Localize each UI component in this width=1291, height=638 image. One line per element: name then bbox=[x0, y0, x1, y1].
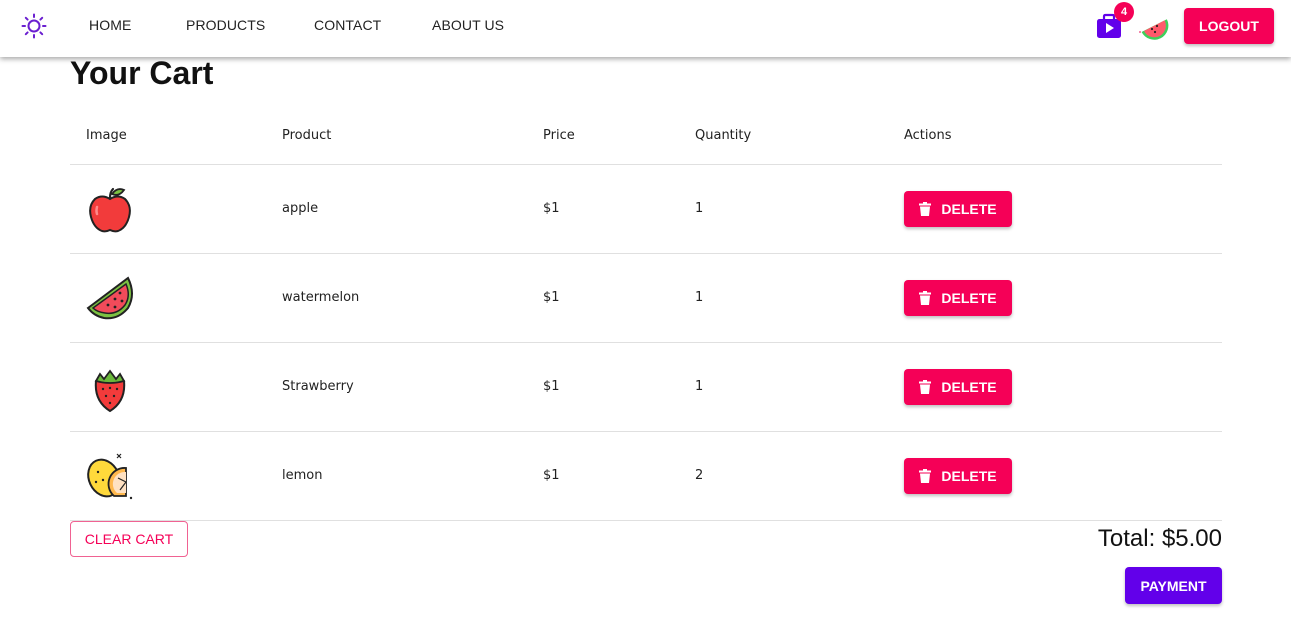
header-product: Product bbox=[282, 128, 332, 143]
product-price: $1 bbox=[543, 379, 560, 394]
delete-button[interactable]: DELETE bbox=[904, 369, 1012, 405]
watermelon-icon bbox=[86, 276, 133, 320]
navbar: HOME PRODUCTS CONTACT ABOUT US 4 LOGOUT bbox=[0, 0, 1291, 57]
table-row: Strawberry $1 1 DELETE bbox=[70, 343, 1222, 432]
apple-icon bbox=[89, 187, 131, 233]
product-price: $1 bbox=[543, 201, 560, 216]
product-price: $1 bbox=[543, 290, 560, 305]
delete-button[interactable]: DELETE bbox=[904, 191, 1012, 227]
clear-cart-button[interactable]: CLEAR CART bbox=[70, 521, 188, 557]
nav-contact-link[interactable]: CONTACT bbox=[314, 17, 381, 33]
delete-button-label: DELETE bbox=[941, 290, 997, 306]
sun-icon[interactable] bbox=[21, 13, 47, 39]
delete-button-label: DELETE bbox=[941, 468, 997, 484]
cart-total: Total: $5.00 bbox=[1097, 525, 1222, 552]
product-quantity: 2 bbox=[695, 468, 704, 483]
product-quantity: 1 bbox=[695, 201, 704, 216]
product-price: $1 bbox=[543, 468, 560, 483]
nav-home-link[interactable]: HOME bbox=[89, 17, 131, 33]
product-name: watermelon bbox=[282, 290, 360, 305]
header-price: Price bbox=[543, 128, 575, 143]
header-image: Image bbox=[86, 128, 127, 143]
trash-icon bbox=[919, 202, 932, 216]
lemon-icon bbox=[87, 453, 133, 500]
delete-button[interactable]: DELETE bbox=[904, 280, 1012, 316]
header-actions: Actions bbox=[904, 128, 952, 143]
table-row: lemon $1 2 DELETE bbox=[70, 432, 1222, 521]
delete-button-label: DELETE bbox=[941, 201, 997, 217]
delete-button-label: DELETE bbox=[941, 379, 997, 395]
nav-about-us-link[interactable]: ABOUT US bbox=[432, 17, 504, 33]
product-quantity: 1 bbox=[695, 290, 704, 305]
watermelon-icon[interactable] bbox=[1135, 8, 1173, 46]
table-row: watermelon $1 1 DELETE bbox=[70, 254, 1222, 343]
table-header-row: Image Product Price Quantity Actions bbox=[70, 111, 1222, 165]
product-quantity: 1 bbox=[695, 379, 704, 394]
strawberry-icon bbox=[94, 369, 126, 413]
nav-products-link[interactable]: PRODUCTS bbox=[186, 17, 265, 33]
header-quantity: Quantity bbox=[695, 128, 752, 143]
cart-count-badge: 4 bbox=[1114, 2, 1134, 22]
delete-button[interactable]: DELETE bbox=[904, 458, 1012, 494]
payment-button[interactable]: PAYMENT bbox=[1125, 567, 1222, 604]
trash-icon bbox=[919, 380, 932, 394]
logout-button[interactable]: LOGOUT bbox=[1184, 8, 1274, 44]
trash-icon bbox=[919, 291, 932, 305]
product-name: Strawberry bbox=[282, 379, 354, 394]
product-name: lemon bbox=[282, 468, 323, 483]
page-title: Your Cart bbox=[70, 55, 214, 91]
trash-icon bbox=[919, 469, 932, 483]
cart-table: Image Product Price Quantity Actions app… bbox=[70, 111, 1222, 521]
product-name: apple bbox=[282, 201, 319, 216]
table-row: apple $1 1 DELETE bbox=[70, 165, 1222, 254]
